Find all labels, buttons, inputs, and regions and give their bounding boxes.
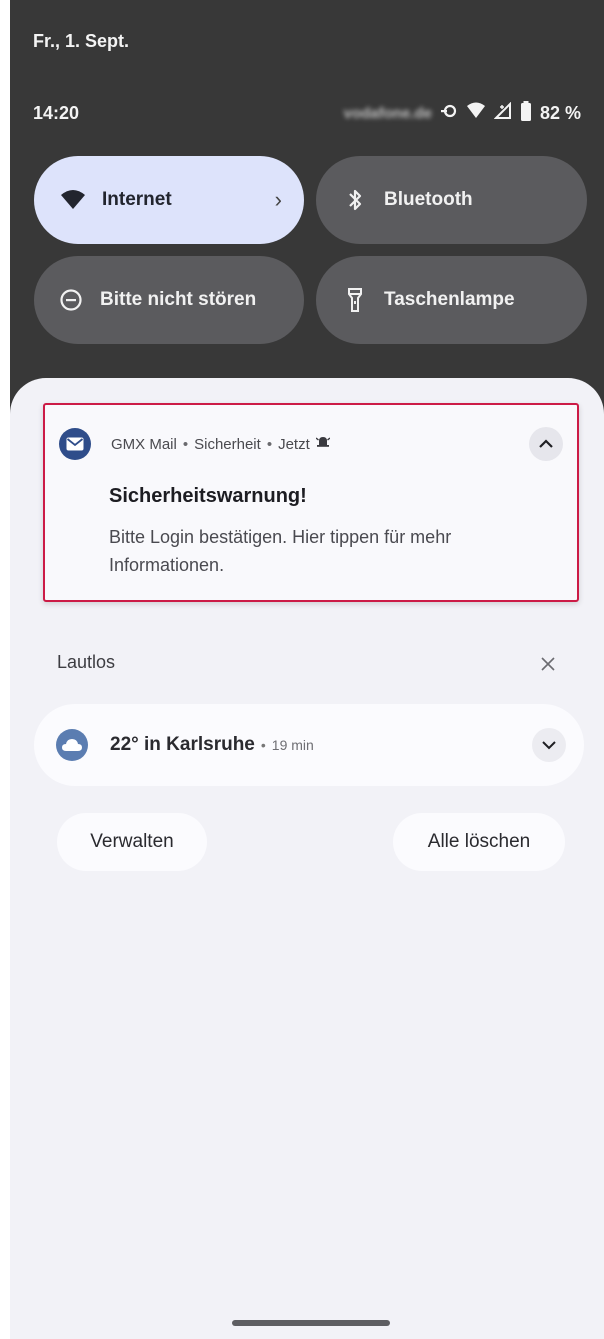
tile-internet-label: Internet — [102, 189, 172, 210]
collapse-button[interactable] — [529, 427, 563, 461]
notification-title: Sicherheitswarnung! — [109, 485, 307, 507]
meta-separator: • — [260, 737, 266, 753]
tile-internet[interactable]: Internet › — [34, 156, 304, 244]
data-saver-icon — [440, 102, 458, 125]
clear-all-button[interactable]: Alle löschen — [393, 813, 565, 871]
cloud-icon — [56, 729, 88, 761]
weather-time: 19 min — [271, 737, 314, 753]
carrier-label: vodafone.de — [343, 104, 432, 122]
weather-title: 22° in Karlsruhe — [110, 734, 255, 755]
quick-settings-shade: Fr., 1. Sept. 14:20 vodafone.de 82 % Int… — [10, 0, 604, 420]
manage-button[interactable]: Verwalten — [57, 813, 207, 871]
channel-name: Sicherheit — [194, 435, 261, 453]
tile-bluetooth-label: Bluetooth — [384, 189, 473, 210]
app-name: GMX Mail — [111, 435, 177, 453]
signal-icon — [493, 101, 512, 125]
weather-notification[interactable]: 22° in Karlsruhe • 19 min — [34, 704, 584, 786]
clock: 14:20 — [33, 102, 80, 123]
meta-separator: • — [182, 435, 189, 453]
status-bar: 14:20 vodafone.de 82 % — [33, 100, 581, 126]
notification-time: Jetzt — [278, 435, 310, 453]
phone-screen: Fr., 1. Sept. 14:20 vodafone.de 82 % Int… — [10, 0, 604, 1339]
do-not-disturb-icon — [56, 285, 86, 315]
chevron-up-icon — [539, 439, 553, 448]
chevron-right-icon: › — [274, 187, 282, 212]
tile-bluetooth[interactable]: Bluetooth — [316, 156, 587, 244]
status-icons: vodafone.de 82 % — [343, 100, 581, 126]
mail-icon — [59, 428, 91, 460]
tile-flashlight-label: Taschenlampe — [384, 289, 515, 310]
notification-meta: GMX Mail • Sicherheit • Jetzt — [111, 435, 331, 453]
notification-body: Bitte Login bestätigen. Hier tippen für … — [109, 527, 452, 575]
close-icon[interactable] — [536, 652, 560, 676]
flashlight-icon — [340, 285, 370, 315]
date-label: Fr., 1. Sept. — [33, 31, 130, 51]
silent-section-title: Lautlos — [57, 652, 116, 672]
tile-dnd-label: Bitte nicht stören — [100, 289, 257, 310]
tile-flashlight[interactable]: Taschenlampe — [316, 256, 587, 344]
wifi-icon — [58, 185, 88, 215]
alert-bell-icon — [315, 435, 331, 453]
gmx-security-notification[interactable]: GMX Mail • Sicherheit • Jetzt Sicherheit… — [43, 403, 579, 602]
home-indicator[interactable] — [232, 1320, 390, 1326]
notification-header: GMX Mail • Sicherheit • Jetzt — [59, 427, 563, 461]
chevron-down-icon — [542, 741, 556, 750]
battery-icon — [520, 100, 532, 126]
wifi-status-icon — [466, 102, 486, 125]
tile-do-not-disturb[interactable]: Bitte nicht stören — [34, 256, 304, 344]
expand-button[interactable] — [532, 728, 566, 762]
bluetooth-icon — [340, 185, 370, 215]
meta-separator: • — [266, 435, 273, 453]
battery-percentage: 82 % — [539, 102, 581, 123]
